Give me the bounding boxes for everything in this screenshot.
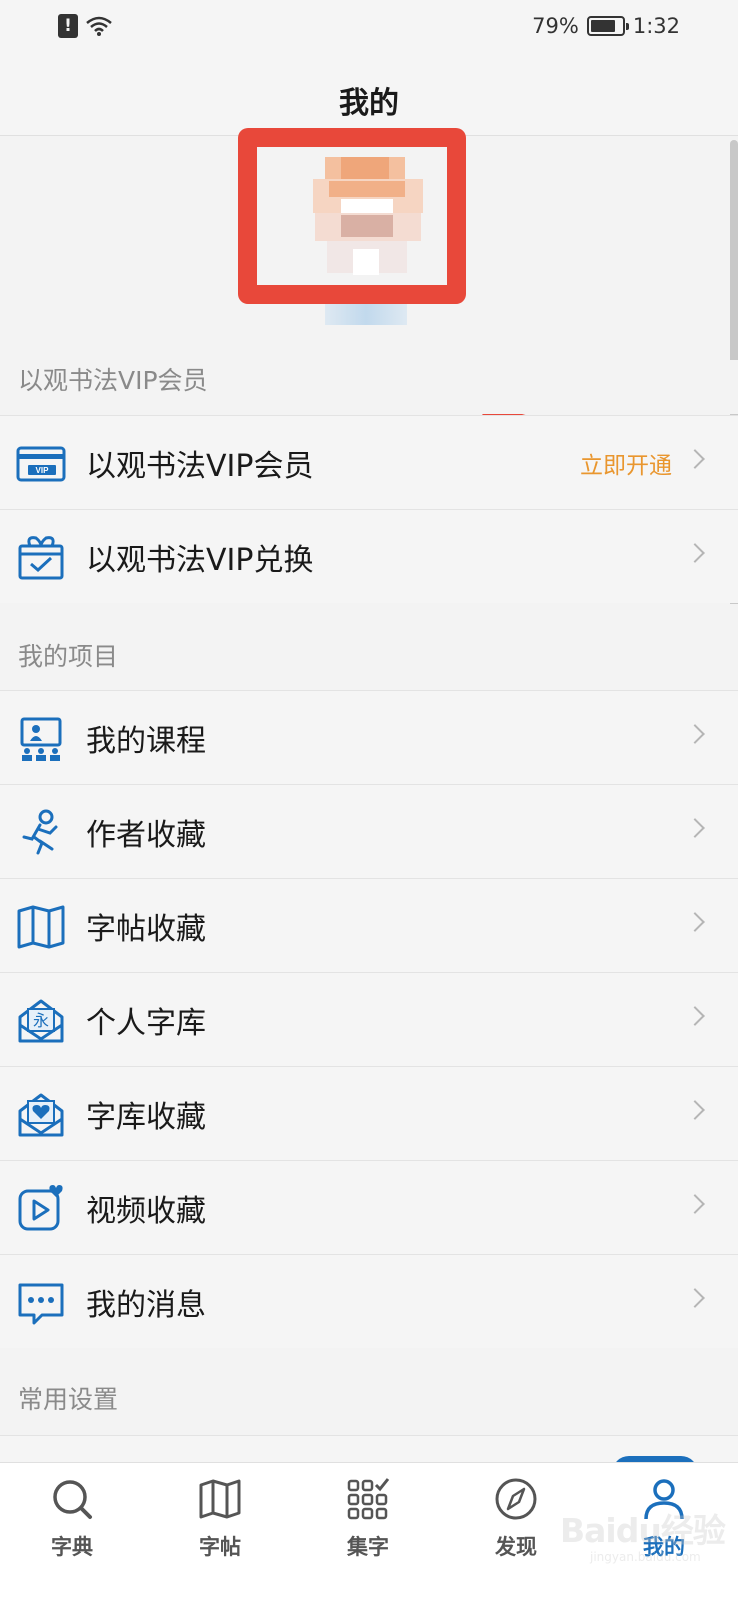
row-library-favorites[interactable]: 字库收藏 bbox=[0, 1066, 738, 1160]
row-label: 以观书法VIP会员 bbox=[86, 448, 314, 484]
chevron-right-icon bbox=[685, 1194, 705, 1214]
battery-icon bbox=[586, 16, 629, 36]
chevron-right-icon bbox=[685, 724, 705, 744]
row-personal-library[interactable]: 永 个人字库 bbox=[0, 972, 738, 1066]
tab-label: 发现 bbox=[495, 1535, 537, 1559]
row-label: 我的课程 bbox=[86, 723, 206, 759]
chevron-right-icon bbox=[685, 1288, 705, 1308]
chevron-right-icon bbox=[685, 449, 705, 469]
compass-icon bbox=[495, 1478, 537, 1520]
message-icon bbox=[18, 1283, 64, 1325]
row-label: 以观书法VIP兑换 bbox=[86, 542, 314, 578]
battery-percent: 79% bbox=[532, 14, 579, 38]
row-label: 字帖收藏 bbox=[86, 911, 206, 947]
vip-card-icon: VIP bbox=[16, 446, 66, 482]
status-bar: ! 79% 1:32 bbox=[0, 0, 738, 58]
page-title: 我的 bbox=[339, 86, 399, 121]
section-header-projects: 我的项目 bbox=[0, 604, 738, 690]
section-header-vip: 以观书法VIP会员 bbox=[0, 360, 738, 414]
tab-collect-characters[interactable]: 集字 bbox=[318, 1477, 418, 1587]
sim-alert-icon: ! bbox=[58, 14, 78, 38]
row-label: 作者收藏 bbox=[86, 817, 206, 853]
row-label: 我的消息 bbox=[86, 1287, 206, 1323]
row-copybook-favorites[interactable]: 字帖收藏 bbox=[0, 878, 738, 972]
watermark-subtext: jingyan.baidu.com bbox=[590, 1550, 701, 1564]
author-icon bbox=[22, 809, 58, 855]
video-favorite-icon bbox=[18, 1185, 63, 1231]
row-label: 字库收藏 bbox=[86, 1099, 206, 1135]
baidu-watermark-logo: Baidu经验 jingyan.baidu.com bbox=[560, 1500, 730, 1570]
tab-dictionary[interactable]: 字典 bbox=[22, 1477, 122, 1587]
row-my-messages[interactable]: 我的消息 bbox=[0, 1254, 738, 1348]
personal-library-icon: 永 bbox=[18, 999, 64, 1043]
search-icon bbox=[53, 1480, 92, 1519]
activate-now-link[interactable]: 立即开通 bbox=[580, 446, 672, 480]
watermark-text: Baidu经验 bbox=[560, 1511, 726, 1550]
nav-bar: 我的 bbox=[0, 58, 738, 136]
row-video-favorites[interactable]: 视频收藏 bbox=[0, 1160, 738, 1254]
chevron-right-icon bbox=[685, 543, 705, 563]
tab-discover[interactable]: 发现 bbox=[466, 1477, 566, 1587]
svg-text:VIP: VIP bbox=[36, 466, 50, 475]
course-icon bbox=[20, 717, 62, 761]
tab-copybook[interactable]: 字帖 bbox=[170, 1477, 270, 1587]
tab-label: 字帖 bbox=[199, 1535, 241, 1559]
chevron-right-icon bbox=[685, 912, 705, 932]
gift-box-icon bbox=[18, 536, 64, 580]
row-label: 个人字库 bbox=[86, 1005, 206, 1041]
clock: 1:32 bbox=[632, 14, 680, 38]
grid-check-icon bbox=[347, 1478, 390, 1520]
chevron-right-icon bbox=[685, 1100, 705, 1120]
chevron-right-icon bbox=[685, 818, 705, 838]
library-favorite-icon bbox=[18, 1093, 64, 1137]
wifi-icon bbox=[86, 16, 112, 36]
svg-text:永: 永 bbox=[33, 1011, 49, 1030]
highlight-frame bbox=[238, 128, 466, 304]
map-icon bbox=[199, 1479, 241, 1519]
profile-header bbox=[0, 128, 738, 557]
row-vip-member[interactable]: VIP 以观书法VIP会员 立即开通 bbox=[0, 415, 738, 509]
row-author-favorites[interactable]: 作者收藏 bbox=[0, 784, 738, 878]
tab-label: 集字 bbox=[347, 1535, 389, 1559]
row-vip-redeem[interactable]: 以观书法VIP兑换 bbox=[0, 509, 738, 603]
section-header-settings: 常用设置 bbox=[0, 1348, 738, 1435]
chevron-right-icon bbox=[685, 1006, 705, 1026]
tab-label: 字典 bbox=[51, 1535, 93, 1559]
map-book-icon bbox=[17, 905, 65, 949]
row-my-courses[interactable]: 我的课程 bbox=[0, 690, 738, 784]
row-label: 视频收藏 bbox=[86, 1193, 206, 1229]
